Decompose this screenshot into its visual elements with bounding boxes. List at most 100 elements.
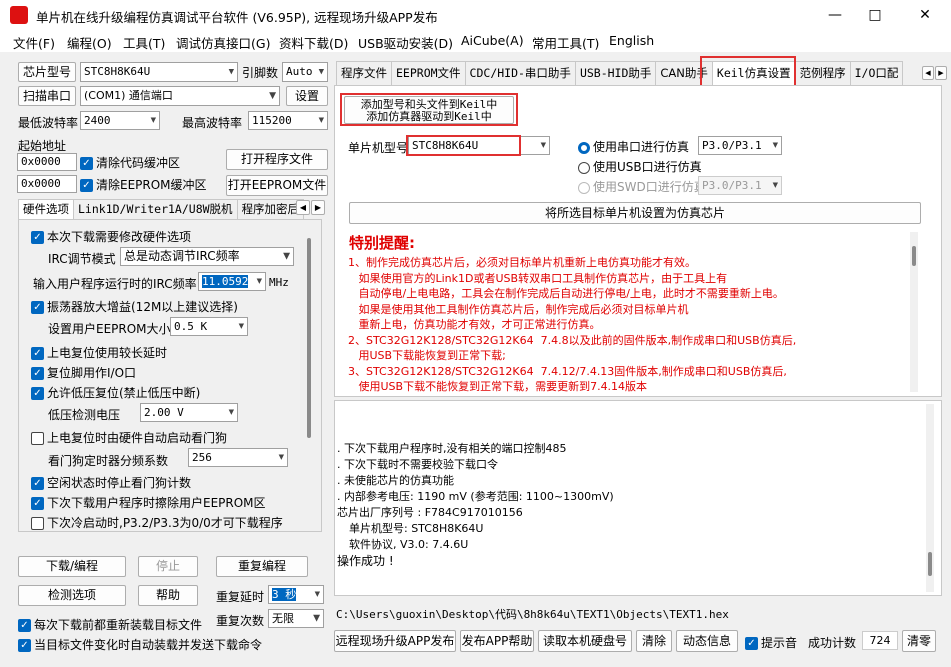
help-button[interactable]: 帮助: [138, 585, 198, 606]
irc-freq-select[interactable]: 11.0592 ▼: [198, 272, 266, 291]
eeprom-size-select[interactable]: 0.5 K ▼: [170, 317, 248, 336]
menu-aicube[interactable]: AiCube(A): [461, 33, 524, 48]
set-emulation-chip-button[interactable]: 将所选目标单片机设置为仿真芯片: [349, 202, 921, 224]
start-address-label: 起始地址: [18, 139, 67, 153]
serial-port-select[interactable]: P3.0/P3.1 ▼: [698, 136, 782, 155]
stop-button[interactable]: 停止: [138, 556, 198, 577]
min-baud-label: 最低波特率: [18, 116, 79, 130]
hw-scrollbar[interactable]: [305, 224, 313, 528]
beep-checkbox[interactable]: ✓ 提示音: [745, 634, 797, 651]
irc-mode-select[interactable]: 总是动态调节IRC频率 ▼: [120, 247, 294, 266]
app-icon: [10, 6, 28, 24]
dynamic-info-button[interactable]: 动态信息: [676, 630, 738, 652]
wdt-prescaler-label: 看门狗定时器分频系数: [48, 454, 169, 468]
pin-count-select[interactable]: Auto ▼: [282, 62, 328, 82]
tab-scroll-left-icon[interactable]: ◀: [296, 200, 310, 215]
success-count-label: 成功计数: [808, 636, 857, 650]
repeat-delay-select[interactable]: 3 秒 ▼: [268, 585, 324, 604]
right-tab-strip: 程序文件 EEPROM文件 CDC/HID-串口助手 USB-HID助手 CAN…: [336, 61, 904, 85]
open-eeprom-file-button[interactable]: 打开EEPROM文件: [226, 175, 328, 196]
hw-option-reset-io[interactable]: ✓ 复位脚用作I/O口: [31, 364, 136, 381]
notice-area: 特别提醒: 1、制作完成仿真芯片后，必须对目标单片机重新上电仿真功能才有效。 如…: [344, 230, 930, 392]
reset-count-button[interactable]: 清零: [902, 630, 936, 652]
detect-options-button[interactable]: 检测选项: [18, 585, 126, 606]
chip-select-highlight: [406, 135, 521, 156]
hw-option-watchdog[interactable]: 上电复位时由硬件自动启动看门狗: [31, 429, 227, 446]
repeat-delay-label: 重复延时: [216, 590, 265, 604]
port-select[interactable]: (COM1) 通信端口 ▼: [80, 86, 280, 106]
chip-model-button[interactable]: 芯片型号: [18, 62, 76, 82]
tab-encryption[interactable]: 程序加密后: [236, 199, 305, 219]
low-voltage-select[interactable]: 2.00 V ▼: [140, 403, 238, 422]
swd-port-select[interactable]: P3.0/P3.1 ▼: [698, 176, 782, 195]
notice-text: 1、制作完成仿真芯片后，必须对目标单片机重新上电仿真功能才有效。 如果使用官方的…: [348, 256, 797, 392]
close-icon[interactable]: ✕: [902, 0, 948, 30]
tab-cdc-serial[interactable]: CDC/HID-串口助手: [464, 61, 576, 85]
low-voltage-label: 低压检测电压: [48, 408, 121, 422]
notice-scrollbar[interactable]: [910, 232, 918, 392]
menu-common-tools[interactable]: 常用工具(T): [532, 33, 599, 52]
eeprom-address-input[interactable]: 0x0000: [17, 175, 77, 193]
radio-usb-emulation[interactable]: 使用USB口进行仿真: [578, 158, 702, 175]
window-title: 单片机在线升级编程仿真调试平台软件 (V6.95P), 远程现场升级APP发布: [36, 10, 438, 25]
check-icon: ✓: [80, 157, 93, 170]
eeprom-size-label: 设置用户EEPROM大小: [48, 322, 171, 336]
code-address-input[interactable]: 0x0000: [17, 153, 77, 171]
hw-option-low-voltage-reset[interactable]: ✓ 允许低压复位(禁止低压中断): [31, 384, 200, 401]
tab-examples[interactable]: 范例程序: [794, 61, 851, 85]
tab-scroll-right-icon[interactable]: ▶: [311, 200, 325, 215]
clear-log-button[interactable]: 清除: [636, 630, 672, 652]
max-baud-select[interactable]: 115200 ▼: [248, 111, 328, 130]
menu-tools[interactable]: 工具(T): [123, 33, 165, 52]
check-icon: ✓: [80, 179, 93, 192]
max-baud-label: 最高波特率: [182, 116, 243, 130]
read-disk-id-button[interactable]: 读取本机硬盘号: [538, 630, 632, 652]
clear-eeprom-checkbox[interactable]: ✓ 清除EEPROM缓冲区: [80, 176, 207, 193]
min-baud-select[interactable]: 2400 ▼: [80, 111, 160, 130]
hw-option-long-delay[interactable]: ✓ 上电复位使用较长延时: [31, 344, 167, 361]
menu-file[interactable]: 文件(F): [13, 33, 55, 52]
menu-bar: 文件(F) 编程(O) 工具(T) 调试仿真接口(G) 资料下载(D) USB驱…: [0, 30, 951, 52]
chip-model-select[interactable]: STC8H8K64U ▼: [80, 62, 238, 82]
notice-title: 特别提醒:: [349, 234, 415, 252]
maximize-icon[interactable]: □: [852, 0, 898, 30]
hw-option-cold-start[interactable]: 下次冷启动时,P3.2/P3.3为0/0才可下载程序: [31, 514, 283, 531]
hw-option-modify[interactable]: ✓ 本次下载需要修改硬件选项: [31, 228, 191, 245]
log-scrollbar[interactable]: [926, 404, 934, 592]
tab-link1d[interactable]: Link1D/Writer1A/U8W脱机: [73, 199, 238, 219]
open-program-file-button[interactable]: 打开程序文件: [226, 149, 328, 170]
pin-count-label: 引脚数: [242, 66, 279, 80]
repeat-program-button[interactable]: 重复编程: [216, 556, 308, 577]
hw-option-erase-eeprom[interactable]: ✓ 下次下载用户程序时擦除用户EEPROM区: [31, 494, 266, 511]
tab-eeprom-file[interactable]: EEPROM文件: [391, 61, 466, 85]
tab-hardware-options[interactable]: 硬件选项: [18, 199, 74, 219]
menu-english[interactable]: English: [609, 33, 654, 48]
clear-code-checkbox[interactable]: ✓ 清除代码缓冲区: [80, 154, 180, 171]
radio-swd-emulation[interactable]: 使用SWD口进行仿真: [578, 178, 706, 195]
keil-chip-label: 单片机型号: [348, 141, 409, 155]
auto-reload-checkbox[interactable]: ✓ 当目标文件变化时自动装载并发送下载命令: [18, 636, 262, 653]
radio-serial-emulation[interactable]: 使用串口进行仿真: [578, 138, 689, 155]
download-program-button[interactable]: 下载/编程: [18, 556, 126, 577]
right-tab-left-icon[interactable]: ◀: [922, 66, 934, 80]
menu-usb[interactable]: USB驱动安装(D): [358, 33, 453, 52]
right-tab-right-icon[interactable]: ▶: [935, 66, 947, 80]
publish-help-button[interactable]: 发布APP帮助: [460, 630, 534, 652]
title-bar: 单片机在线升级编程仿真调试平台软件 (V6.95P), 远程现场升级APP发布 …: [0, 0, 951, 30]
tab-io-config[interactable]: I/O口配: [849, 61, 904, 85]
repeat-count-select[interactable]: 无限 ▼: [268, 609, 324, 628]
wdt-prescaler-select[interactable]: 256 ▼: [188, 448, 288, 467]
menu-program[interactable]: 编程(O): [67, 33, 112, 52]
menu-download[interactable]: 资料下载(D): [279, 33, 348, 52]
scan-port-button[interactable]: 扫描串口: [18, 86, 76, 106]
port-settings-button[interactable]: 设置: [286, 86, 328, 106]
tab-usb-hid[interactable]: USB-HID助手: [574, 61, 657, 85]
reload-before-download-checkbox[interactable]: ✓ 每次下载前都重新装载目标文件: [18, 616, 202, 633]
success-count-value: 724: [862, 631, 898, 650]
hw-option-oscillator-gain[interactable]: ✓ 振荡器放大增益(12M以上建议选择): [31, 298, 238, 315]
repeat-count-label: 重复次数: [216, 614, 265, 628]
publish-app-button[interactable]: 远程现场升级APP发布: [334, 630, 456, 652]
menu-debug[interactable]: 调试仿真接口(G): [176, 33, 270, 52]
tab-program-file[interactable]: 程序文件: [336, 61, 392, 85]
hw-option-idle-wdt[interactable]: ✓ 空闲状态时停止看门狗计数: [31, 474, 191, 491]
